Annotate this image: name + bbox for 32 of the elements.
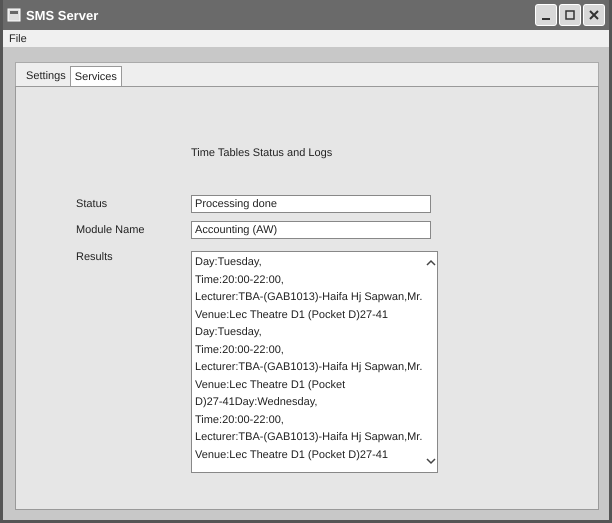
tab[interactable]: Settings (22, 66, 70, 86)
log-line: Time:20:00-22:00, (195, 272, 285, 288)
log-line: Lecturer:TBA-(GAB1013)-Haifa Hj Sapwan,Mr. (195, 430, 422, 445)
input-field[interactable]: Processing done (191, 195, 431, 213)
log-line: Venue:Lec Theatre D1 (Pocket D)27-41 (195, 308, 390, 322)
scroll-up-icon[interactable] (425, 258, 438, 268)
log-line: D)27-41Day:Wednesday, (195, 395, 318, 410)
close-icon (588, 9, 600, 21)
log-line: Venue:Lec Theatre D1 (Pocket D)27-41 (195, 448, 390, 462)
section-heading: Time Tables Status and Logs (191, 147, 334, 159)
minimize-icon (542, 18, 550, 20)
minimize-button[interactable] (535, 4, 557, 26)
close-button[interactable] (583, 4, 605, 26)
log-line: Venue:Lec Theatre D1 (Pocket (195, 378, 346, 392)
field-label: Results (76, 251, 114, 263)
window-title: SMS Server (26, 8, 100, 22)
app-icon (7, 8, 21, 22)
maximize-button[interactable] (559, 4, 581, 26)
input-field[interactable]: Accounting (AW) (191, 221, 431, 239)
maximize-icon (564, 9, 576, 21)
log-line: Day:Tuesday, (195, 255, 263, 270)
menu-item[interactable]: File (7, 32, 29, 44)
log-line: Lecturer:TBA-(GAB1013)-Haifa Hj Sapwan,Mr. (195, 290, 422, 305)
tab[interactable]: Services (70, 66, 122, 86)
log-line: Time:20:00-22:00, (195, 412, 285, 428)
field-label: Status (76, 198, 108, 210)
field-label: Module Name (76, 224, 146, 236)
scroll-down-icon[interactable] (425, 456, 438, 466)
log-line: Day:Tuesday, (195, 325, 263, 340)
log-line: Time:20:00-22:00, (195, 342, 285, 358)
log-line: Lecturer:TBA-(GAB1013)-Haifa Hj Sapwan,Mr. (195, 360, 422, 375)
results-textarea[interactable] (191, 251, 438, 473)
